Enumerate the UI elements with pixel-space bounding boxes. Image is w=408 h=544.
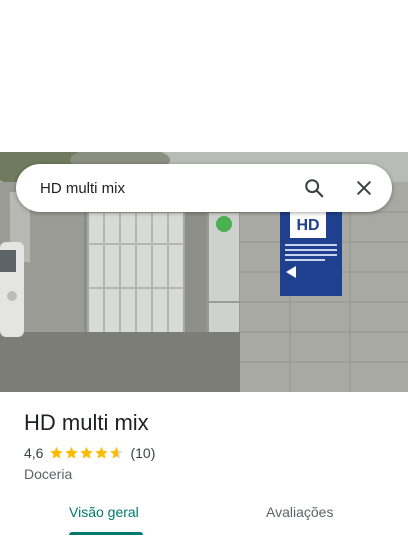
tab-selected-indicator xyxy=(69,532,143,535)
search-input[interactable]: HD multi mix xyxy=(40,180,280,197)
rating-row[interactable]: 4,6 (10) xyxy=(24,444,155,462)
place-category[interactable]: Doceria xyxy=(24,466,72,482)
rating-stars xyxy=(49,446,124,460)
place-tabs: Visão geral Avaliações xyxy=(0,496,408,544)
tab-reviews[interactable]: Avaliações xyxy=(266,504,333,520)
star-icon xyxy=(50,446,64,459)
close-icon xyxy=(357,181,371,195)
search-button[interactable] xyxy=(298,172,330,204)
place-title: HD multi mix xyxy=(24,410,149,435)
star-icon xyxy=(110,446,124,459)
close-button[interactable] xyxy=(348,172,380,204)
tab-overview[interactable]: Visão geral xyxy=(69,504,139,520)
star-icon xyxy=(95,446,109,459)
star-icon xyxy=(80,446,94,459)
star-icon xyxy=(65,446,79,459)
rating-value: 4,6 xyxy=(24,445,44,461)
search-bar[interactable]: HD multi mix xyxy=(16,164,392,212)
review-count[interactable]: (10) xyxy=(130,445,155,461)
search-icon xyxy=(305,179,324,198)
sign-logo-text: HD xyxy=(296,217,319,234)
